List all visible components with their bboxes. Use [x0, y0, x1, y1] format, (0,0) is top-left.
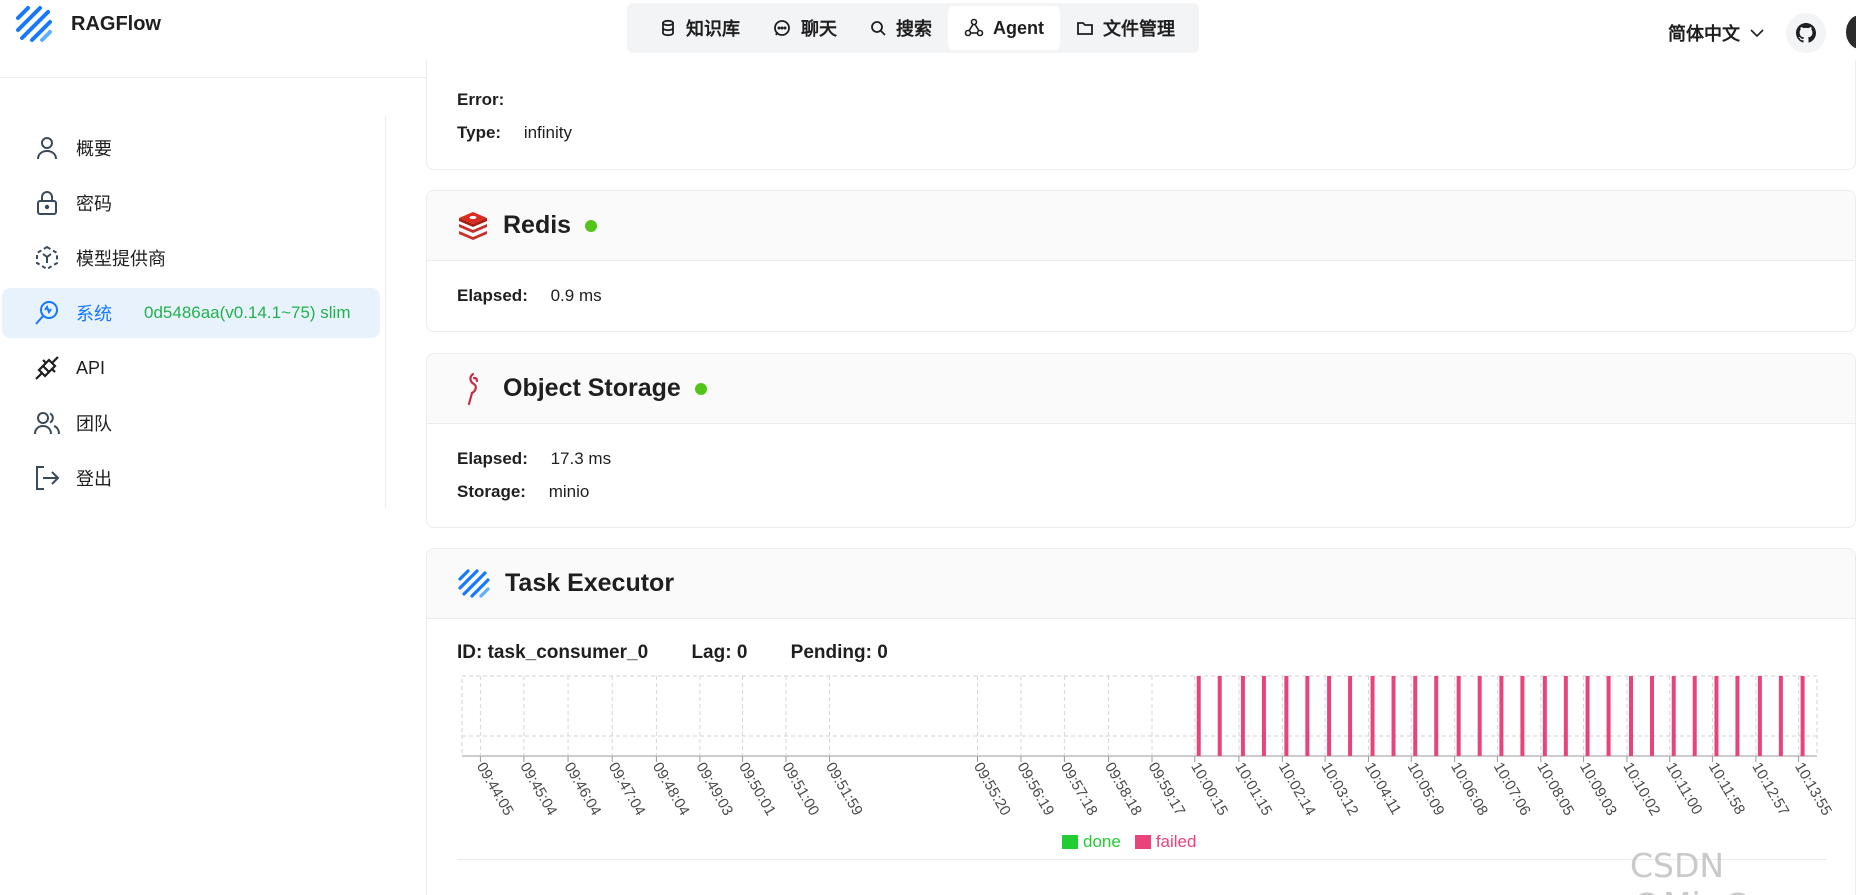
redis-card: Redis Elapsed: 0.9 ms: [426, 190, 1856, 332]
nav-chat[interactable]: 聊天: [756, 6, 853, 50]
minio-flamingo-icon: [467, 372, 479, 405]
nav-knowledge-base[interactable]: 知识库: [643, 6, 756, 50]
chevron-down-icon: [1750, 29, 1764, 38]
redis-card-header: Redis: [427, 191, 1855, 261]
object-storage-elapsed-row: Elapsed: 17.3 ms: [457, 449, 611, 469]
sidebar-item-system[interactable]: 系统 0d5486aa(v0.14.1~75) slim: [2, 288, 380, 338]
chart-divider: [457, 859, 1827, 860]
type-label: Type:: [457, 123, 502, 142]
doc-engine-card: Error: Type: infinity: [426, 60, 1856, 170]
object-storage-card: Object Storage Elapsed: 17.3 ms Storage:…: [426, 353, 1856, 528]
redis-elapsed-row: Elapsed: 0.9 ms: [457, 286, 602, 306]
task-executor-icon: [458, 568, 490, 598]
executor-id: ID: task_consumer_0: [457, 642, 649, 663]
avatar[interactable]: [1846, 15, 1856, 49]
storage-value: minio: [548, 482, 590, 501]
app-title: RAGFlow: [71, 13, 161, 35]
redis-icon: [459, 211, 487, 240]
chat-bubble-icon: [774, 20, 790, 36]
system-search-icon: [35, 301, 58, 325]
sidebar-item-label: 密码: [76, 194, 112, 214]
elapsed-label: Elapsed:: [457, 449, 528, 468]
lock-icon: [37, 191, 57, 215]
nav-search[interactable]: 搜索: [853, 6, 948, 50]
sidebar-item-password[interactable]: 密码: [2, 178, 380, 228]
language-label: 简体中文: [1668, 24, 1740, 44]
redis-status-dot: [585, 219, 598, 232]
elapsed-label: Elapsed:: [457, 286, 528, 305]
folder-icon: [1077, 22, 1093, 35]
agent-graph-icon: [964, 18, 984, 37]
nav-label: Agent: [993, 17, 1044, 38]
team-icon: [34, 412, 60, 435]
sidebar-item-label: 团队: [76, 414, 112, 434]
ragflow-logo-icon[interactable]: [14, 4, 56, 46]
object-storage-status-dot: [694, 382, 707, 395]
executor-lag: Lag: 0: [691, 642, 748, 663]
nav-agent[interactable]: Agent: [948, 6, 1060, 50]
task-executor-card-header: Task Executor: [427, 549, 1855, 619]
github-icon: [1796, 23, 1816, 43]
sidebar-item-label: 系统: [76, 304, 112, 324]
elapsed-value: 17.3 ms: [550, 449, 612, 468]
legend-failed-label[interactable]: failed: [1156, 832, 1197, 852]
sidebar-item-overview[interactable]: 概要: [2, 123, 380, 173]
redis-title: Redis: [503, 211, 572, 239]
task-executor-stats: ID: task_consumer_0 Lag: 0 Pending: 0: [457, 642, 926, 664]
user-icon: [37, 137, 57, 160]
storage-label: Storage:: [457, 482, 526, 501]
doc-engine-type-row: Type: infinity: [457, 123, 572, 143]
elapsed-value: 0.9 ms: [550, 286, 602, 305]
legend-done-swatch: [1062, 835, 1078, 849]
legend-done-label[interactable]: done: [1083, 832, 1121, 852]
nav-label: 聊天: [801, 19, 837, 39]
search-icon: [871, 21, 886, 36]
settings-sidebar: 概要 密码 模型提供商 系统 0d5486aa(v0.14.1~75) slim…: [0, 116, 386, 508]
executor-pending: Pending: 0: [790, 642, 888, 663]
plug-icon: [35, 356, 59, 380]
nav-label: 文件管理: [1103, 19, 1175, 39]
language-selector[interactable]: 简体中文: [1668, 20, 1765, 46]
nav-label: 搜索: [896, 19, 932, 39]
type-value: infinity: [523, 123, 572, 142]
nav-label: 知识库: [686, 19, 740, 39]
watermark: CSDN @Mia@: [1630, 846, 1754, 895]
sidebar-item-logout[interactable]: 登出: [2, 453, 380, 503]
task-executor-title: Task Executor: [505, 569, 675, 597]
model-box-icon: [36, 245, 58, 271]
sidebar-item-api[interactable]: API: [2, 343, 380, 393]
doc-engine-error-row: Error:: [457, 90, 522, 110]
error-label: Error:: [457, 90, 505, 109]
object-storage-storage-row: Storage: minio: [457, 482, 589, 502]
main-nav: 知识库 聊天 搜索 Agent 文件管理: [627, 3, 1199, 53]
legend-failed-swatch: [1134, 835, 1151, 849]
object-storage-title: Object Storage: [503, 374, 681, 402]
sidebar-item-label: 概要: [76, 139, 112, 159]
sidebar-item-label: 模型提供商: [76, 249, 166, 269]
system-version: 0d5486aa(v0.14.1~75) slim: [144, 303, 351, 322]
object-storage-card-header: Object Storage: [427, 354, 1855, 424]
github-button[interactable]: [1786, 13, 1826, 53]
sidebar-item-model-providers[interactable]: 模型提供商: [2, 233, 380, 283]
chart-legend: done failed: [1062, 832, 1196, 852]
nav-file-management[interactable]: 文件管理: [1060, 6, 1191, 50]
sidebar-item-label: API: [76, 357, 106, 378]
sidebar-item-label: 登出: [76, 469, 112, 489]
sidebar-item-team[interactable]: 团队: [2, 398, 380, 448]
database-icon: [662, 19, 674, 37]
logout-icon: [36, 466, 60, 490]
